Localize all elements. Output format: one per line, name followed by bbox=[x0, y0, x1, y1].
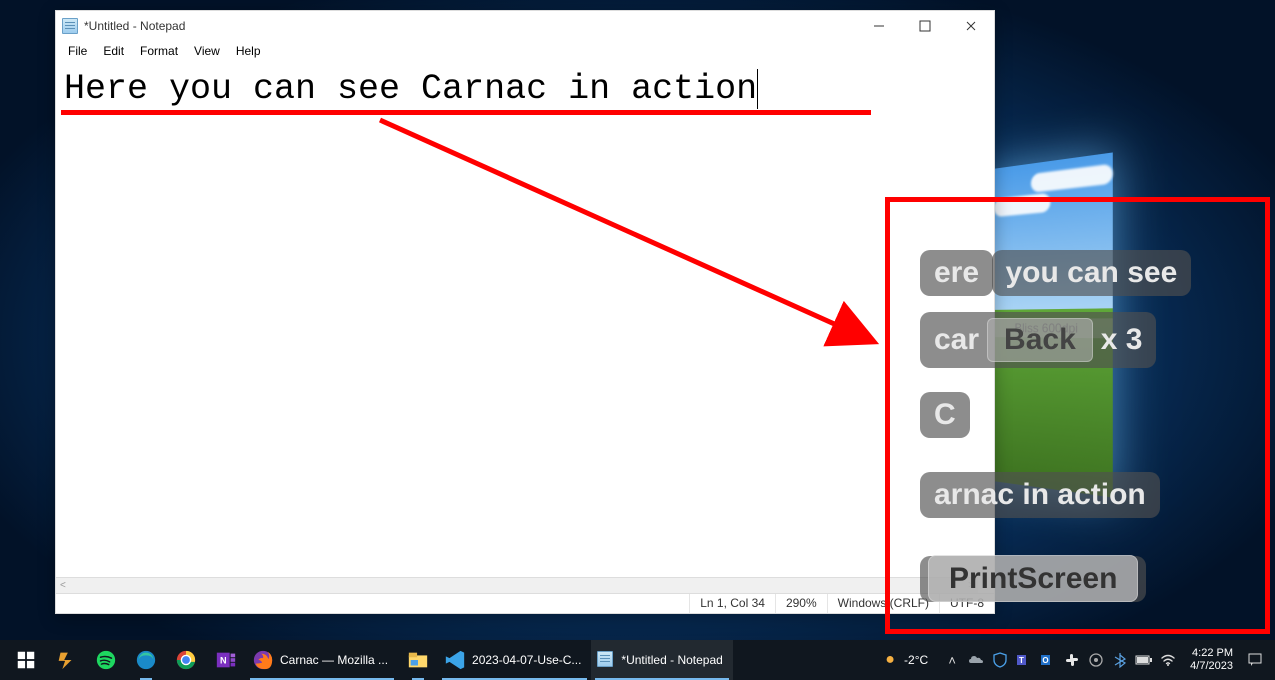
tray-outlook-icon[interactable]: O bbox=[1038, 650, 1058, 670]
carnac-line-3: C bbox=[920, 392, 970, 442]
taskbar-chrome-icon[interactable] bbox=[166, 640, 206, 680]
taskbar-firefox-label: Carnac — Mozilla ... bbox=[280, 653, 388, 667]
taskbar-edge-icon[interactable] bbox=[126, 640, 166, 680]
maximize-button[interactable] bbox=[902, 11, 948, 41]
tray-battery-icon[interactable] bbox=[1134, 650, 1154, 670]
tray-onedrive-icon[interactable] bbox=[966, 650, 986, 670]
taskbar-firefox-task[interactable]: Carnac — Mozilla ... bbox=[246, 640, 398, 680]
titlebar[interactable]: *Untitled - Notepad bbox=[56, 11, 994, 41]
statusbar: Ln 1, Col 34 290% Windows (CRLF) UTF-8 bbox=[56, 593, 994, 613]
weather-icon[interactable]: ● bbox=[880, 650, 900, 670]
vscode-icon bbox=[444, 649, 466, 671]
taskbar-onenote-icon[interactable]: N bbox=[206, 640, 246, 680]
notepad-icon bbox=[597, 651, 615, 669]
svg-text:O: O bbox=[1043, 656, 1049, 665]
firefox-icon bbox=[252, 649, 274, 671]
taskbar-notepad-label: *Untitled - Notepad bbox=[621, 653, 722, 667]
carnac-line-4: arnac in action bbox=[920, 472, 1160, 522]
tray-nvidia-icon[interactable] bbox=[1086, 650, 1106, 670]
carnac-line-1: ere you can see bbox=[920, 250, 1191, 300]
minimize-button[interactable] bbox=[856, 11, 902, 41]
start-button[interactable] bbox=[6, 640, 46, 680]
menu-help[interactable]: Help bbox=[228, 41, 269, 63]
clock-date: 4/7/2023 bbox=[1190, 660, 1233, 673]
editor-textarea[interactable]: Here you can see Carnac in action bbox=[56, 63, 994, 577]
tray-defender-icon[interactable] bbox=[990, 650, 1010, 670]
carnac-line-2: car Back x 3 bbox=[920, 312, 1156, 372]
menu-edit[interactable]: Edit bbox=[95, 41, 132, 63]
status-position: Ln 1, Col 34 bbox=[689, 594, 775, 613]
menu-file[interactable]: File bbox=[60, 41, 95, 63]
carnac-line-5: PrintScreen bbox=[920, 556, 1146, 606]
clock-time: 4:22 PM bbox=[1190, 647, 1233, 660]
annotation-underline bbox=[61, 110, 871, 115]
window-title: *Untitled - Notepad bbox=[84, 19, 185, 33]
notepad-app-icon bbox=[62, 18, 78, 34]
taskbar-spotify-icon[interactable] bbox=[86, 640, 126, 680]
weather-text[interactable]: -2°C bbox=[904, 653, 928, 667]
tray-slack-icon[interactable] bbox=[1062, 650, 1082, 670]
action-center-icon[interactable] bbox=[1245, 650, 1265, 670]
taskbar-vscode-label: 2023-04-07-Use-C... bbox=[472, 653, 581, 667]
taskbar-clock[interactable]: 4:22 PM 4/7/2023 bbox=[1182, 647, 1241, 673]
tray-overflow-icon[interactable]: ˄ bbox=[942, 650, 962, 670]
taskbar-notepad-task[interactable]: *Untitled - Notepad bbox=[591, 640, 732, 680]
svg-text:T: T bbox=[1019, 656, 1024, 665]
status-zoom: 290% bbox=[775, 594, 827, 613]
taskbar-explorer-icon[interactable] bbox=[398, 640, 438, 680]
taskbar: N Carnac — Mozilla ... 2023-04-07-Use-C.… bbox=[0, 640, 1275, 680]
horizontal-scrollbar[interactable]: <> bbox=[56, 577, 978, 593]
taskbar-winamp-icon[interactable] bbox=[46, 640, 86, 680]
menubar: File Edit Format View Help bbox=[56, 41, 994, 63]
menu-format[interactable]: Format bbox=[132, 41, 186, 63]
system-tray: ● -2°C ˄ T O 4:22 PM 4/7/2023 bbox=[880, 647, 1269, 673]
close-button[interactable] bbox=[948, 11, 994, 41]
menu-view[interactable]: View bbox=[186, 41, 228, 63]
svg-text:N: N bbox=[220, 656, 227, 666]
editor-text: Here you can see Carnac in action bbox=[64, 69, 757, 109]
tray-wifi-icon[interactable] bbox=[1158, 650, 1178, 670]
notepad-window: *Untitled - Notepad File Edit Format Vie… bbox=[55, 10, 995, 614]
tray-teams-icon[interactable]: T bbox=[1014, 650, 1034, 670]
taskbar-vscode-task[interactable]: 2023-04-07-Use-C... bbox=[438, 640, 591, 680]
tray-bluetooth-icon[interactable] bbox=[1110, 650, 1130, 670]
